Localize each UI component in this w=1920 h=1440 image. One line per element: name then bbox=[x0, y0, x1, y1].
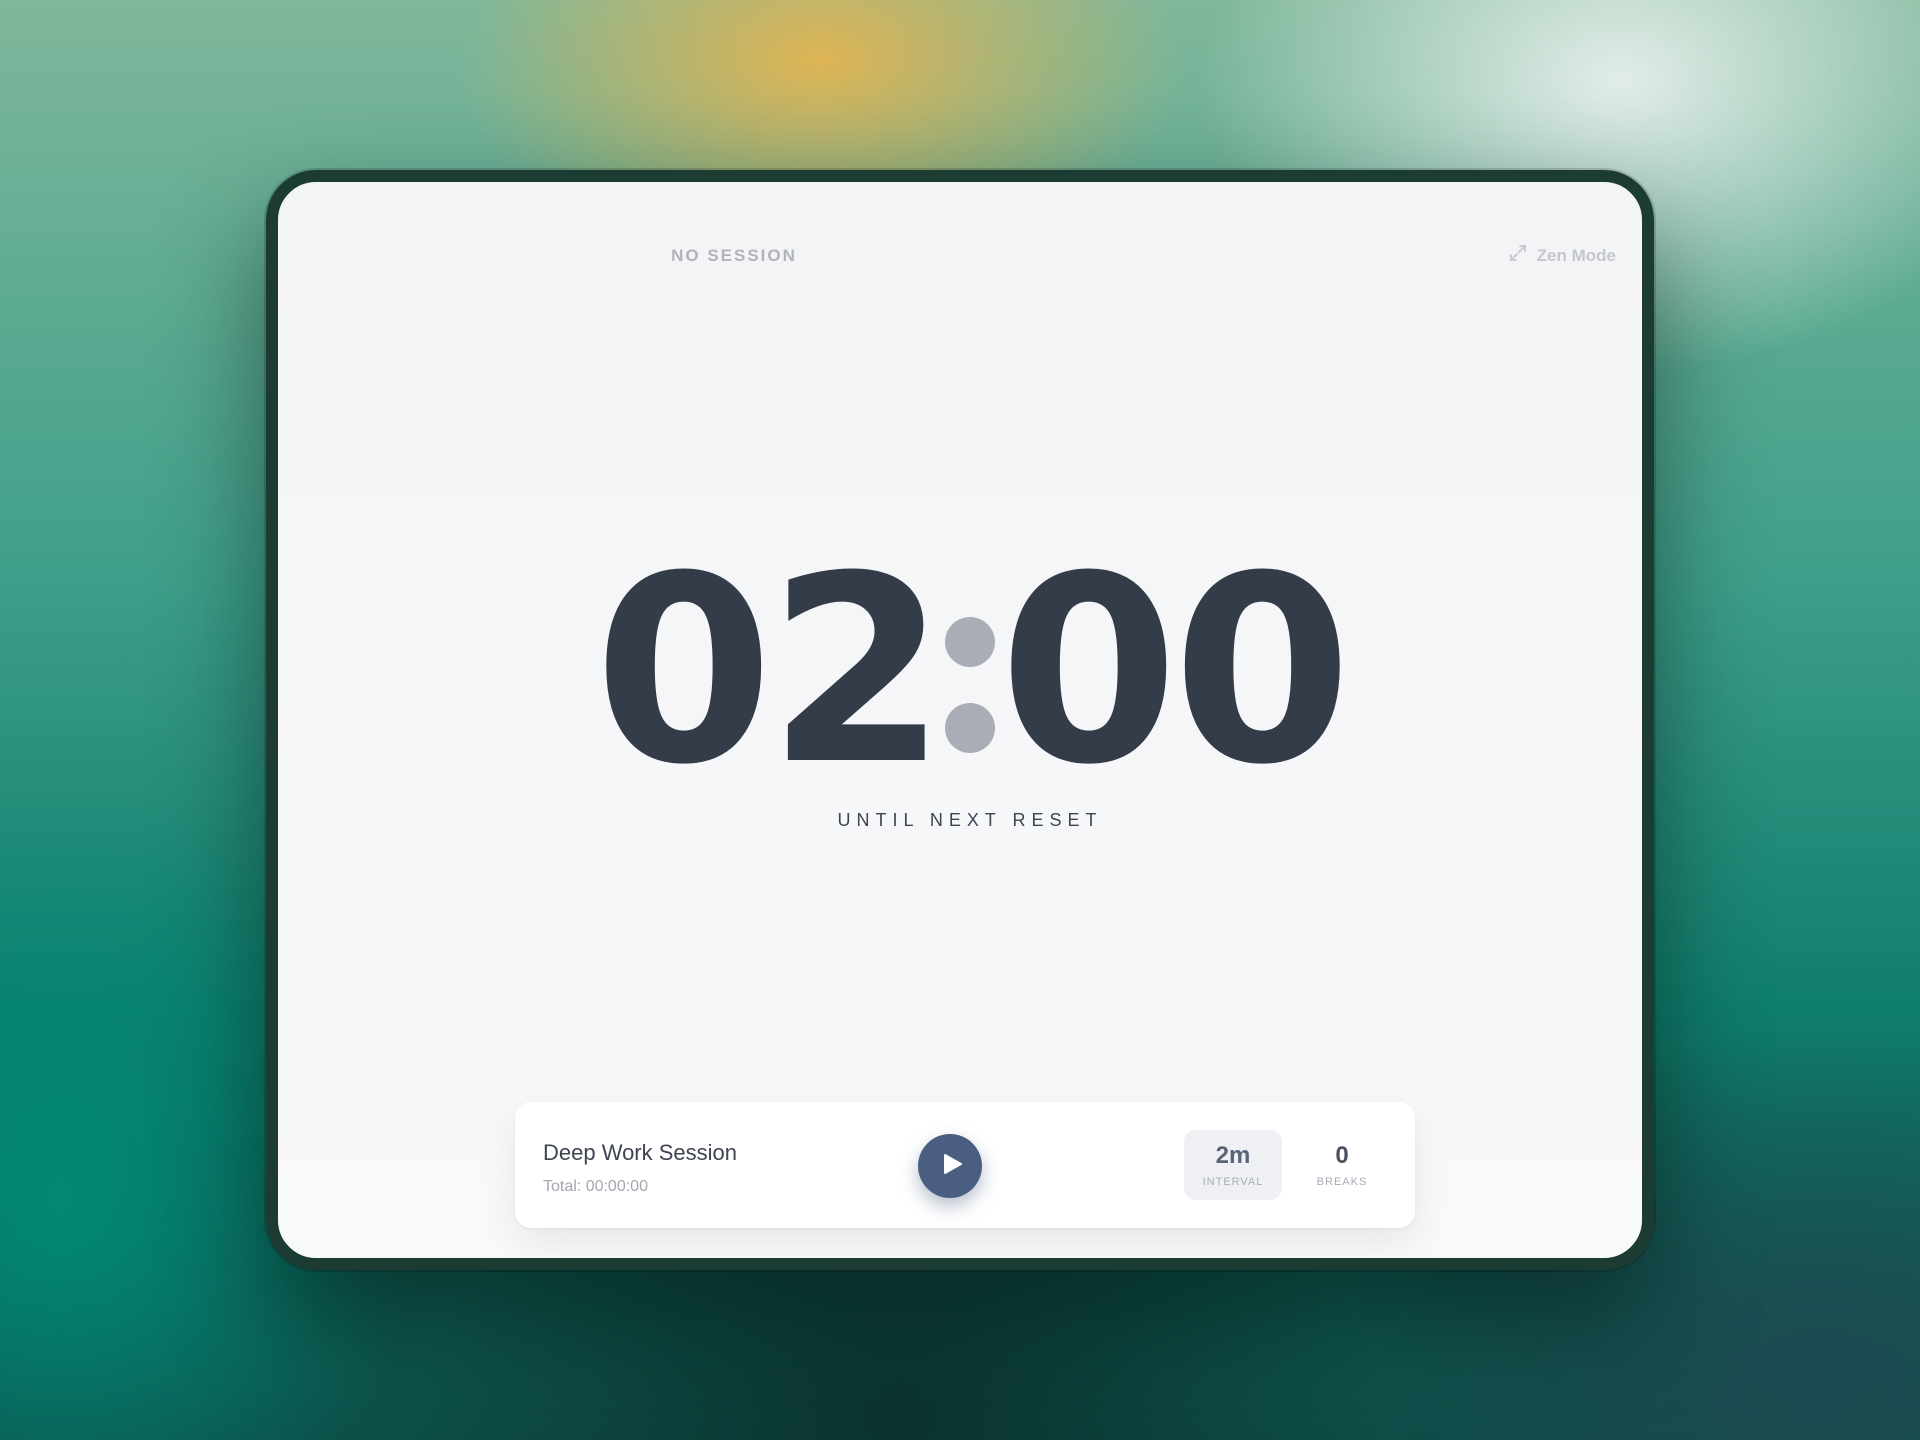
timer-colon bbox=[945, 617, 995, 753]
zen-mode-label: Zen Mode bbox=[1536, 245, 1616, 265]
interval-value: 2m bbox=[1215, 1142, 1251, 1169]
session-name: Deep Work Session bbox=[543, 1140, 738, 1165]
session-total-time: Total: 00:00:00 bbox=[543, 1178, 648, 1195]
play-icon bbox=[936, 1152, 964, 1181]
zen-mode-button[interactable]: Zen Mode bbox=[1509, 244, 1616, 267]
interval-label: INTERVAL bbox=[1202, 1176, 1264, 1188]
colon-dot-top bbox=[945, 617, 995, 667]
breaks-stat: 0 BREAKS bbox=[1293, 1130, 1391, 1200]
colon-dot-bottom bbox=[945, 703, 995, 753]
session-control-bar: Deep Work Session Total: 00:00:00 2m INT… bbox=[515, 1102, 1415, 1228]
breaks-label: BREAKS bbox=[1316, 1176, 1368, 1188]
play-button[interactable] bbox=[918, 1134, 982, 1198]
timer-caption: UNTIL NEXT RESET bbox=[837, 810, 1103, 830]
countdown-timer: 02 00 bbox=[288, 521, 1642, 821]
timer-seconds: 00 bbox=[999, 521, 1352, 821]
session-status: NO SESSION bbox=[671, 246, 797, 265]
app-window: NO SESSION Zen Mode 02 00 UNTIL NEXT RES… bbox=[266, 170, 1654, 1270]
timer-minutes: 02 bbox=[593, 521, 947, 821]
interval-stat[interactable]: 2m INTERVAL bbox=[1184, 1130, 1282, 1200]
expand-icon bbox=[1509, 244, 1527, 267]
breaks-value: 0 bbox=[1335, 1142, 1349, 1169]
